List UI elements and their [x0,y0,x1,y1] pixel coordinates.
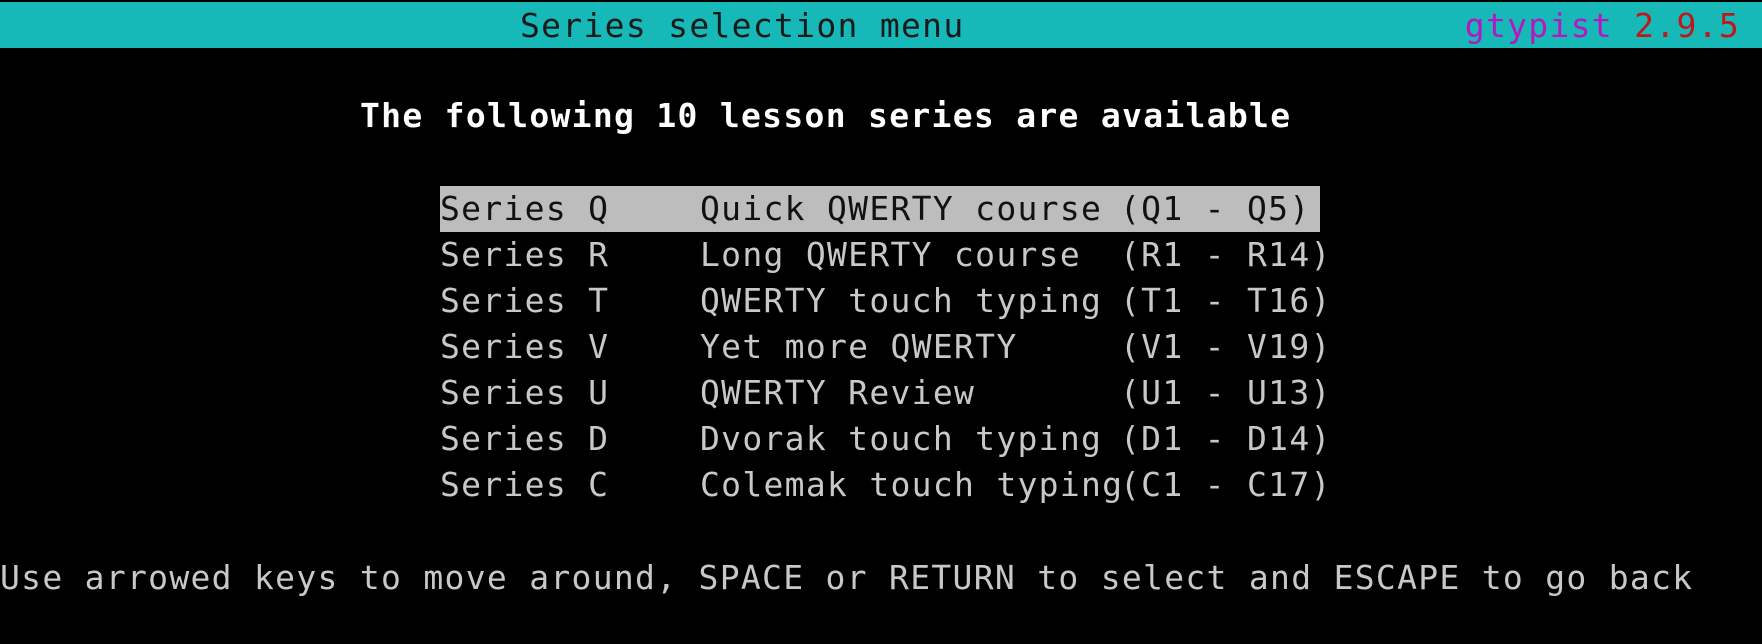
series-description: Dvorak touch typing [700,419,1103,458]
series-code: Series V [440,327,610,366]
menu-item-series-d[interactable]: Series D Dvorak touch typing (D1 - D14) [440,416,1332,462]
menu-item-series-r[interactable]: Series R Long QWERTY course (R1 - R14) [440,232,1332,278]
series-range: (U1 - U13) [1120,373,1332,412]
app-name: gtypist [1464,6,1613,45]
series-range: (T1 - T16) [1120,281,1332,320]
series-code: Series R [440,235,610,274]
series-range: (V1 - V19) [1120,327,1332,366]
menu-heading: The following 10 lesson series are avail… [360,96,1292,135]
series-code: Series D [440,419,610,458]
series-range: (C1 - C17) [1120,465,1332,504]
series-range: (R1 - R14) [1120,235,1332,274]
menu-item-series-c[interactable]: Series C Colemak touch typing (C1 - C17) [440,462,1332,508]
series-description: Colemak touch typing [700,465,1124,504]
version-number: 2.9.5 [1634,6,1740,45]
series-menu: Series Q Quick QWERTY course (Q1 - Q5) Ser… [440,186,1332,508]
series-description: Long QWERTY course [700,235,1082,274]
series-description: QWERTY touch typing [700,281,1103,320]
menu-item-series-t[interactable]: Series T QWERTY touch typing (T1 - T16) [440,278,1332,324]
menu-item-series-v[interactable]: Series V Yet more QWERTY (V1 - V19) [440,324,1332,370]
title-bar: Series selection menu gtypist 2.9.5 [0,2,1762,48]
series-description: Quick QWERTY course [700,189,1103,228]
menu-item-series-q[interactable]: Series Q Quick QWERTY course (Q1 - Q5) [440,186,1320,232]
series-code: Series U [440,373,610,412]
keyboard-hint: Use arrowed keys to move around, SPACE o… [0,558,1694,597]
series-code: Series Q [440,189,610,228]
series-code: Series T [440,281,610,320]
series-range: (D1 - D14) [1120,419,1332,458]
series-code: Series C [440,465,610,504]
app-version: gtypist 2.9.5 [1465,6,1740,46]
menu-item-series-u[interactable]: Series U QWERTY Review (U1 - U13) [440,370,1332,416]
series-description: Yet more QWERTY [700,327,1018,366]
window-title: Series selection menu [520,6,965,45]
series-range: (Q1 - Q5) [1120,189,1311,228]
series-description: QWERTY Review [700,373,976,412]
